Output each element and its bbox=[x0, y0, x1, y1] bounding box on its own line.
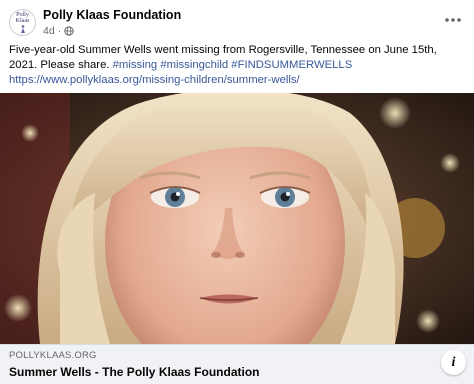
post-text: Five-year-old Summer Wells went missing … bbox=[9, 43, 465, 88]
page-name-link[interactable]: Polly Klaas Foundation bbox=[43, 8, 181, 22]
avatar-text-line2: Klaas bbox=[15, 18, 30, 24]
globe-icon bbox=[64, 26, 74, 36]
post-header: Polly Klaas Polly Klaas Foundation 4d · bbox=[0, 0, 474, 40]
post-photo[interactable] bbox=[0, 93, 474, 344]
child-portrait-image bbox=[0, 93, 474, 344]
logo-figure-icon bbox=[20, 25, 25, 33]
post-meta: 4d · bbox=[43, 25, 74, 37]
more-options-icon[interactable] bbox=[442, 9, 464, 31]
hashtag-missing[interactable]: #missing bbox=[113, 59, 158, 71]
link-preview-title[interactable]: Summer Wells - The Polly Klaas Foundatio… bbox=[9, 365, 260, 379]
info-icon[interactable]: i bbox=[441, 350, 466, 375]
link-preview-domain: POLLYKLAAS.ORG bbox=[9, 350, 97, 361]
link-preview-card[interactable]: POLLYKLAAS.ORG Summer Wells - The Polly … bbox=[0, 344, 474, 384]
hashtag-findsummerwells[interactable]: #FINDSUMMERWELLS bbox=[231, 59, 352, 71]
avatar[interactable]: Polly Klaas bbox=[9, 9, 36, 36]
post-url-link[interactable]: https://www.pollyklaas.org/missing-child… bbox=[9, 74, 300, 86]
hashtag-missingchild[interactable]: #missingchild bbox=[160, 59, 228, 71]
post-timestamp[interactable]: 4d bbox=[43, 25, 55, 37]
meta-separator: · bbox=[57, 25, 62, 37]
